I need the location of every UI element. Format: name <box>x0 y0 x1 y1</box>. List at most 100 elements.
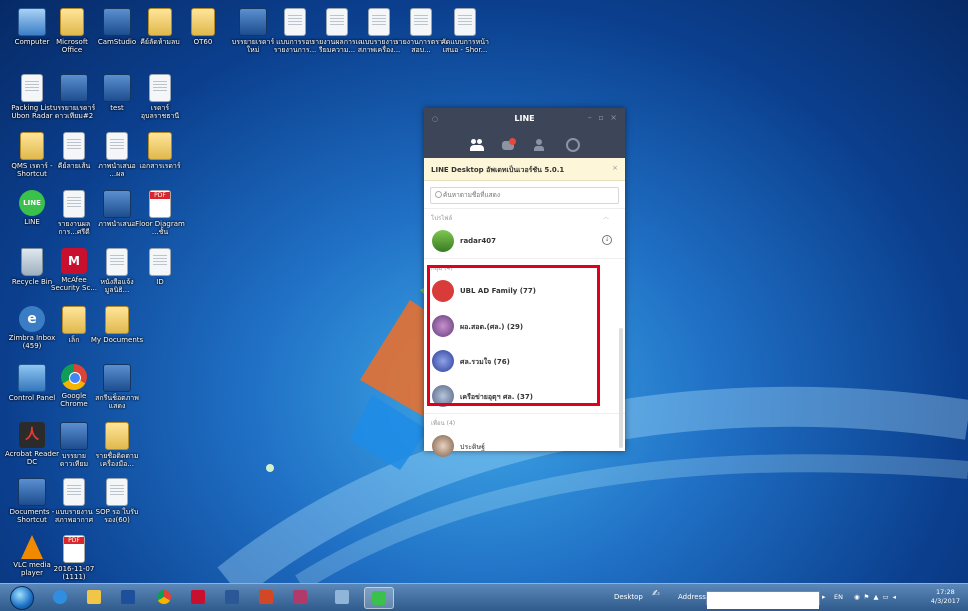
collapse-chevron-icon[interactable]: ︿ <box>603 212 609 221</box>
line-titlebar[interactable]: ○ LINE – ▫ × <box>424 108 625 131</box>
word-icon <box>225 590 239 604</box>
folder-icon <box>105 422 129 450</box>
folder-icon <box>191 8 215 36</box>
paint-icon <box>293 590 307 604</box>
system-tray-icons[interactable]: ◉⚑▲▭◂ <box>854 593 900 601</box>
app-icon <box>103 8 131 36</box>
computer-icon <box>18 8 46 36</box>
document-icon <box>106 132 128 160</box>
document-icon <box>63 132 85 160</box>
folder-icon <box>60 8 84 36</box>
avatar <box>432 230 454 252</box>
taskbar-line[interactable] <box>364 587 394 609</box>
taskbar-chrome[interactable] <box>150 587 178 607</box>
address-label: Address <box>678 593 706 601</box>
spreadsheet-icon <box>21 74 43 102</box>
taskbar-word[interactable] <box>218 587 246 607</box>
profile-section-header[interactable]: โปรไฟล์ ︿ <box>424 208 625 223</box>
desktop-icon-doc-5[interactable]: คัดแบบการหน้าเสนอ - Shor... <box>438 8 492 54</box>
clock[interactable]: 17:28 4/3/2017 <box>931 588 960 606</box>
document-icon <box>326 8 348 36</box>
pdf-icon <box>149 190 171 218</box>
document-icon <box>454 8 476 36</box>
update-notice[interactable]: LINE Desktop อัพเดทเป็นเวอร์ชัน 5.0.1 × <box>424 158 625 181</box>
friends-tab-icon[interactable] <box>469 138 484 152</box>
document-icon <box>410 8 432 36</box>
line-icon: LINE <box>19 190 45 216</box>
desktop-icon-ubon-radar[interactable]: เรดาร์ อุบลราชธานี <box>133 74 187 120</box>
desktop-icon-id[interactable]: ID <box>133 248 187 286</box>
document-icon <box>149 248 171 276</box>
folder-icon <box>20 132 44 160</box>
chrome-icon <box>61 364 87 390</box>
start-button[interactable] <box>10 586 34 610</box>
clock-date: 4/3/2017 <box>930 597 960 605</box>
document-icon <box>106 248 128 276</box>
desktop-icon-floor-diagram[interactable]: Floor Diagram ...ชั้น <box>133 190 187 236</box>
taskbar-snipping[interactable] <box>328 587 356 607</box>
folder-icon <box>105 306 129 334</box>
app-icon <box>18 478 46 506</box>
search-input[interactable] <box>443 189 603 200</box>
window-controls[interactable]: – ▫ × <box>588 113 619 122</box>
avatar <box>432 435 454 457</box>
language-indicator[interactable]: EN <box>834 593 843 601</box>
document-icon <box>106 478 128 506</box>
image-icon <box>103 74 131 102</box>
desktop-icon-screenshot[interactable]: สกรีนช็อตภาพ แสดง <box>90 364 144 410</box>
taskbar-explorer[interactable] <box>80 587 108 607</box>
taskbar-ie[interactable] <box>46 587 74 607</box>
desktop-icon-sop[interactable]: SOP รอ ใบรับรอง(60) <box>90 478 144 524</box>
taskbar-acrobat[interactable] <box>184 587 212 607</box>
profile-row[interactable]: radar407 ↓ <box>424 223 625 258</box>
address-input[interactable] <box>707 596 819 609</box>
recycle-bin-icon <box>21 248 43 276</box>
vlc-icon <box>21 535 43 559</box>
add-friend-tab-icon[interactable] <box>533 138 548 152</box>
desktop-icon-2016-11-07[interactable]: 2016-11-07 (1111) <box>47 535 101 581</box>
search-box[interactable] <box>430 187 619 204</box>
desktop-icon-my-documents[interactable]: My Documents <box>90 306 144 344</box>
media-player-icon <box>121 590 135 604</box>
friends-section-header[interactable]: เพื่อน (4) <box>424 413 625 428</box>
folder-icon <box>87 590 101 604</box>
line-icon <box>372 591 386 605</box>
friend-name: ประดิษฐ์ <box>460 443 485 451</box>
app-icon <box>103 190 131 218</box>
app-icon <box>60 74 88 102</box>
signature-icon[interactable]: ✍ <box>652 589 660 599</box>
desktop-icon-radar-docs[interactable]: เอกสารเรดาร์ <box>133 132 187 170</box>
desktop-icon-ot60[interactable]: OT60 <box>176 8 230 46</box>
folder-icon <box>148 8 172 36</box>
line-tab-bar <box>424 131 625 158</box>
mcafee-icon: M <box>61 248 87 274</box>
address-bar[interactable] <box>706 591 820 609</box>
update-notice-text: LINE Desktop อัพเดทเป็นเวอร์ชัน 5.0.1 <box>431 166 565 174</box>
taskbar-paint[interactable] <box>286 587 314 607</box>
app-icon <box>60 422 88 450</box>
taskbar-powerpoint[interactable] <box>252 587 280 607</box>
document-icon <box>368 8 390 36</box>
taskbar: Desktop ✍ Address ▸ EN ◉⚑▲▭◂ 17:28 4/3/2… <box>0 583 968 611</box>
control-panel-icon <box>18 364 46 392</box>
taskbar-media[interactable] <box>114 587 142 607</box>
powerpoint-icon <box>259 590 273 604</box>
folder-icon <box>62 306 86 334</box>
download-icon[interactable]: ↓ <box>602 235 612 245</box>
scrollbar[interactable] <box>619 328 623 448</box>
desktop-toolbar-label[interactable]: Desktop <box>614 593 643 601</box>
close-notice-icon[interactable]: × <box>612 164 618 172</box>
document-icon <box>63 190 85 218</box>
friend-row[interactable]: ประดิษฐ์ <box>424 428 625 463</box>
snipping-tool-icon <box>335 590 349 604</box>
document-icon <box>149 74 171 102</box>
desktop-icon-equipment-tracking[interactable]: รายชื่อติดตามเครื่องมือ... <box>90 422 144 468</box>
profile-name: radar407 <box>460 237 496 245</box>
folder-icon <box>148 132 172 160</box>
more-tab-icon[interactable] <box>565 137 580 152</box>
internet-explorer-icon <box>53 590 67 604</box>
chats-tab-icon[interactable] <box>501 137 516 152</box>
search-icon <box>435 191 442 198</box>
address-go-icon[interactable]: ▸ <box>822 593 826 601</box>
app-icon <box>239 8 267 36</box>
